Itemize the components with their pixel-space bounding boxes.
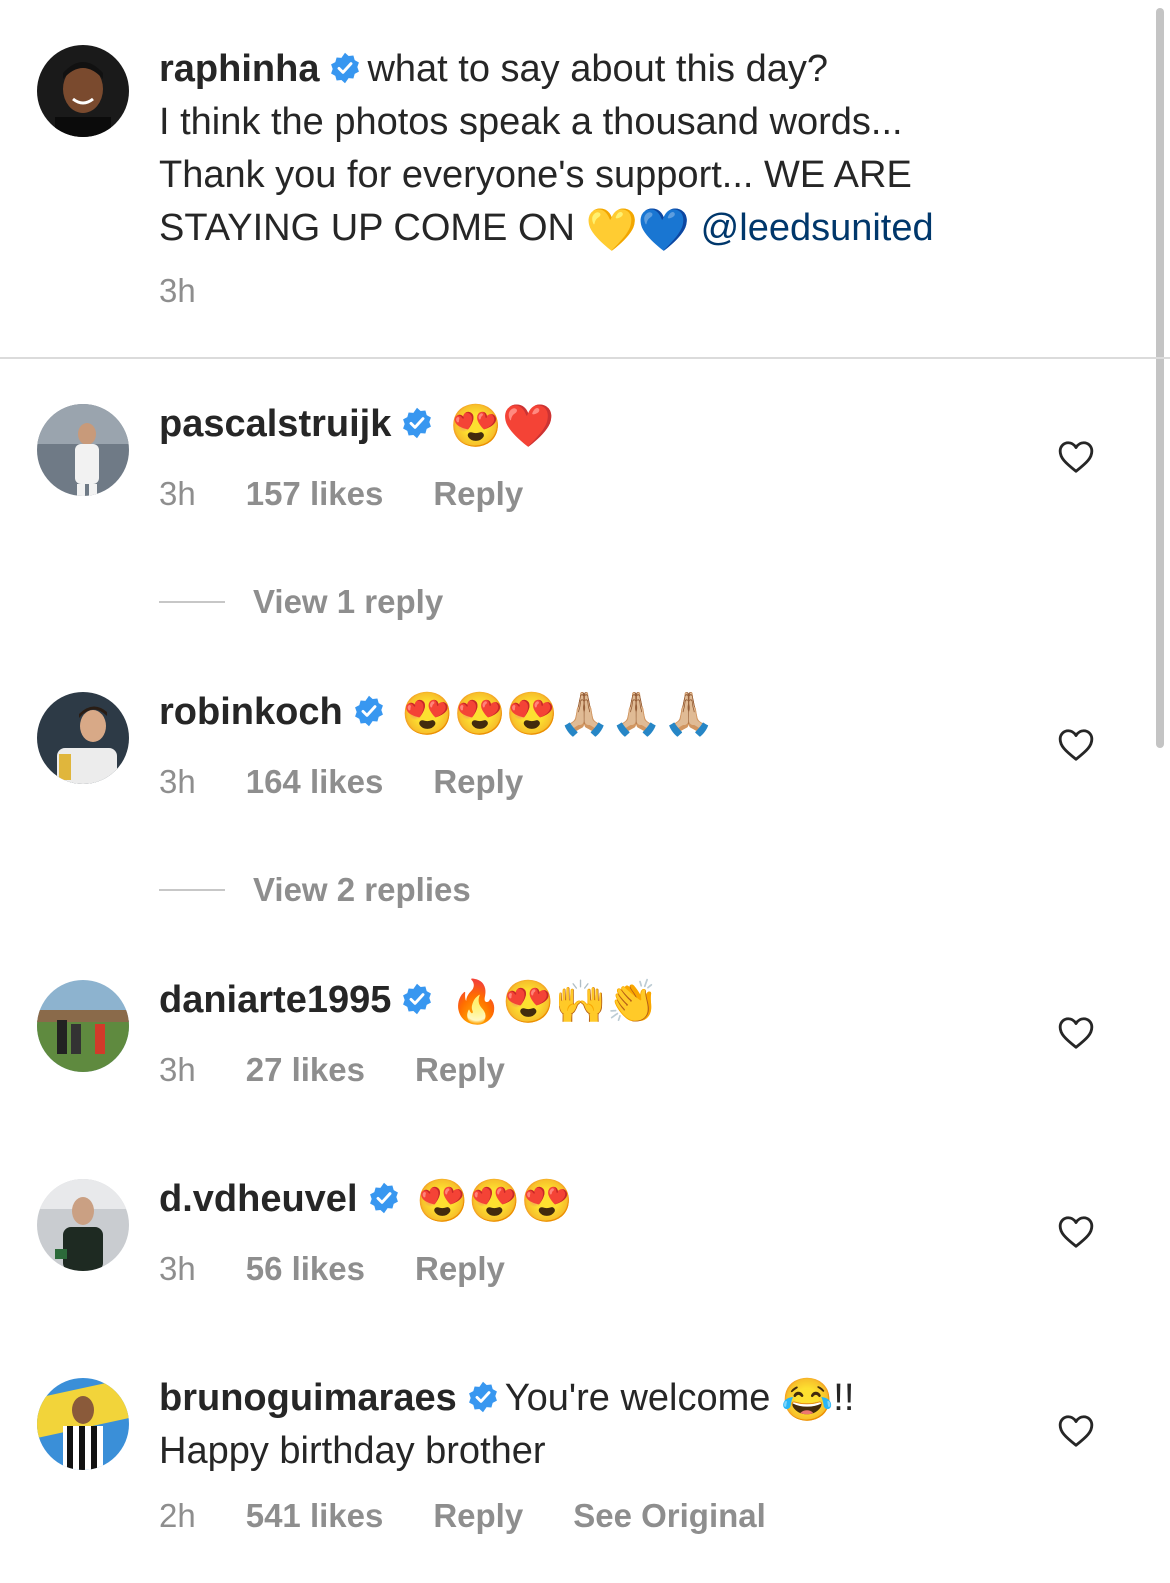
verified-badge-icon <box>401 407 433 439</box>
verified-badge-icon <box>368 1182 400 1214</box>
comment-meta: 2h 541 likes Reply See Original <box>159 1497 766 1535</box>
avatar-image <box>37 1378 129 1470</box>
likes-count[interactable]: 56 likes <box>246 1250 365 1288</box>
comment-meta: 3h 27 likes Reply <box>159 1051 555 1089</box>
avatar-image <box>37 404 129 496</box>
reply-button[interactable]: Reply <box>433 763 523 801</box>
avatar-image <box>37 1179 129 1271</box>
heart-outline-icon[interactable] <box>1057 726 1095 764</box>
comment-text: robinkoch 😍😍😍🙏🏼🙏🏼🙏🏼 <box>159 686 1059 739</box>
verified-badge-icon <box>329 52 361 84</box>
comment-text: pascalstruijk 😍❤️ <box>159 398 1059 451</box>
avatar[interactable] <box>37 45 129 137</box>
reply-button[interactable]: Reply <box>415 1051 505 1089</box>
username[interactable]: brunoguimaraes <box>159 1377 457 1419</box>
avatar-image <box>37 692 129 784</box>
comment-emojis: 😍❤️ <box>449 402 555 449</box>
avatar[interactable] <box>37 980 129 1072</box>
caption-line-4: STAYING UP COME ON <box>159 207 575 249</box>
timestamp: 3h <box>159 475 196 512</box>
likes-count[interactable]: 541 likes <box>246 1497 384 1535</box>
timestamp: 3h <box>159 1051 196 1088</box>
username[interactable]: d.vdheuvel <box>159 1178 358 1220</box>
laughing-emoji: 😂 <box>780 1376 834 1423</box>
caption-line-3: Thank you for everyone's support... WE A… <box>159 154 912 196</box>
verified-badge-icon <box>401 983 433 1015</box>
likes-count[interactable]: 157 likes <box>246 475 384 513</box>
username[interactable]: robinkoch <box>159 691 343 733</box>
likes-count[interactable]: 27 likes <box>246 1051 365 1089</box>
divider <box>0 357 1170 359</box>
caption-line-2: I think the photos speak a thousand word… <box>159 101 903 143</box>
comment-emojis: 🔥😍🙌👏 <box>449 978 660 1025</box>
verified-badge-icon <box>353 695 385 727</box>
likes-count[interactable]: 164 likes <box>246 763 384 801</box>
caption-line-1: what to say about this day? <box>367 48 828 90</box>
avatar[interactable] <box>37 404 129 496</box>
view-replies-button[interactable]: View 2 replies <box>159 871 471 909</box>
heart-outline-icon[interactable] <box>1057 1014 1095 1052</box>
view-replies-button[interactable]: View 1 reply <box>159 583 443 621</box>
comment-text: daniarte1995 🔥😍🙌👏 <box>159 974 1059 1027</box>
timestamp: 3h <box>159 1250 196 1287</box>
username[interactable]: raphinha <box>159 48 319 90</box>
comment-line-2: Happy birthday brother <box>159 1430 546 1472</box>
avatar-image <box>37 45 129 137</box>
username[interactable]: daniarte1995 <box>159 979 391 1021</box>
timestamp: 3h <box>159 763 196 800</box>
replies-line <box>159 601 225 603</box>
comment-emojis: 😍😍😍🙏🏼🙏🏼🙏🏼 <box>401 690 716 737</box>
reply-button[interactable]: Reply <box>433 475 523 513</box>
comment-suffix: !! <box>833 1377 855 1419</box>
heart-outline-icon[interactable] <box>1057 1213 1095 1251</box>
comment-meta: 3h 56 likes Reply <box>159 1250 555 1288</box>
heart-emojis: 💛💙 <box>585 206 691 253</box>
comment-meta: 3h 164 likes Reply <box>159 763 573 801</box>
avatar[interactable] <box>37 1179 129 1271</box>
comment-meta: 3h 157 likes Reply <box>159 475 573 513</box>
caption-meta: 3h <box>159 272 246 310</box>
verified-badge-icon <box>467 1381 499 1413</box>
reply-button[interactable]: Reply <box>415 1250 505 1288</box>
replies-line <box>159 889 225 891</box>
reply-button[interactable]: Reply <box>433 1497 523 1535</box>
view-replies-label[interactable]: View 2 replies <box>253 871 471 909</box>
comment-emojis: 😍😍😍 <box>416 1177 573 1224</box>
view-replies-label[interactable]: View 1 reply <box>253 583 443 621</box>
timestamp: 2h <box>159 1497 196 1534</box>
comment-text: d.vdheuvel 😍😍😍 <box>159 1173 1059 1226</box>
comment-text: brunoguimaraes You're welcome 😂!! Happy b… <box>159 1372 1059 1478</box>
heart-outline-icon[interactable] <box>1057 438 1095 476</box>
timestamp: 3h <box>159 272 196 309</box>
username[interactable]: pascalstruijk <box>159 403 391 445</box>
avatar[interactable] <box>37 1378 129 1470</box>
comment-line-1: You're welcome <box>504 1377 771 1419</box>
caption-text: raphinha what to say about this day? I th… <box>159 43 1059 255</box>
post-caption: raphinha what to say about this day? I th… <box>0 0 1170 358</box>
heart-outline-icon[interactable] <box>1057 1412 1095 1450</box>
avatar-image <box>37 980 129 1072</box>
see-original-button[interactable]: See Original <box>573 1497 766 1535</box>
avatar[interactable] <box>37 692 129 784</box>
mention-link[interactable]: @leedsunited <box>701 207 934 249</box>
